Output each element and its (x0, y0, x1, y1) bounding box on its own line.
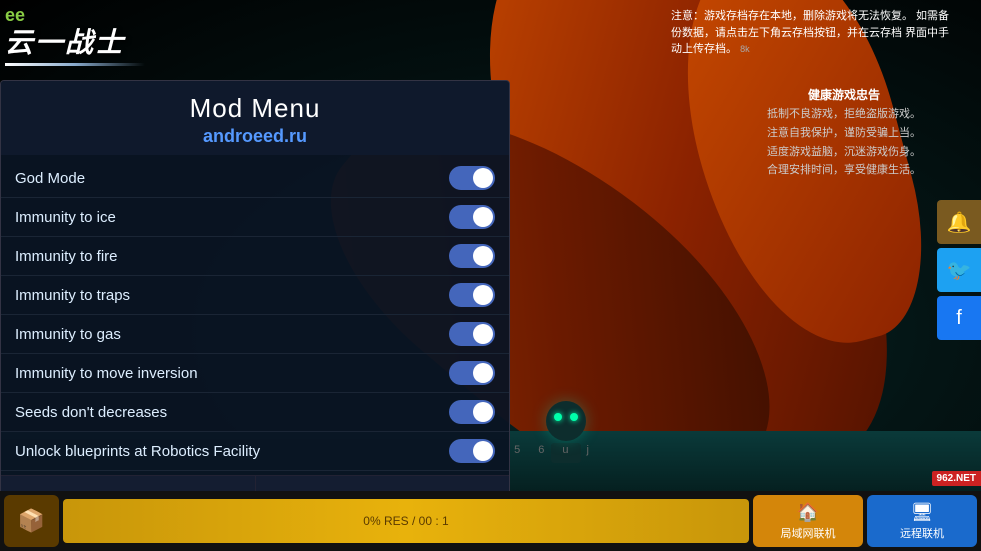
local-network-icon: 🏠 (797, 502, 819, 523)
notice-small: 8k (740, 44, 750, 54)
mod-toggle-5[interactable] (449, 361, 495, 385)
mod-toggle-knob-2 (473, 246, 493, 266)
health-title: 健康游戏忠告 (767, 85, 921, 105)
mod-item-label-6: Seeds don't decreases (15, 404, 167, 421)
remote-network-label: 远程联机 (900, 525, 944, 541)
local-network-label: 局域网联机 (781, 525, 836, 541)
mod-item-4[interactable]: Immunity to gas (1, 315, 509, 354)
twitter-icon: 🐦 (947, 258, 972, 283)
mod-toggle-knob-7 (473, 441, 493, 461)
level-marker-u: u (562, 444, 568, 456)
mod-toggle-1[interactable] (449, 205, 495, 229)
level-marker-6: 6 (538, 444, 544, 456)
health-line-4: 合理安排时间，享受健康生活。 (767, 161, 921, 180)
mod-toggle-6[interactable] (449, 400, 495, 424)
mod-item-label-1: Immunity to ice (15, 209, 116, 226)
logo-main-text: 云一战士 (5, 21, 145, 61)
local-network-button[interactable]: 🏠 局域网联机 (753, 495, 863, 547)
mod-item-2[interactable]: Immunity to fire (1, 237, 509, 276)
remote-network-icon: 🖥 (911, 502, 934, 523)
twitter-button[interactable]: 🐦 (937, 248, 981, 292)
social-panel: 🔔 🐦 f (937, 200, 981, 340)
mod-toggle-knob-1 (473, 207, 493, 227)
logo-line (5, 63, 145, 66)
level-marker-5: 5 (514, 444, 520, 456)
progress-bar[interactable]: 0% RES / 00 : 1 (63, 499, 749, 543)
mod-toggle-knob-3 (473, 285, 493, 305)
character-eye-left (554, 413, 562, 421)
bottom-bar: 📦 0% RES / 00 : 1 🏠 局域网联机 🖥 远程联机 (0, 491, 981, 551)
mod-item-label-5: Immunity to move inversion (15, 365, 198, 382)
mod-menu-header: Mod Menu androeed.ru (1, 81, 509, 155)
facebook-icon: f (956, 307, 962, 330)
mod-item-label-7: Unlock blueprints at Robotics Facility (15, 443, 260, 460)
health-line-3: 适度游戏益脑，沉迷游戏伤身。 (767, 143, 921, 162)
mod-menu-panel: Mod Menu androeed.ru God Mode Immunity to… (0, 80, 510, 525)
mod-toggle-4[interactable] (449, 322, 495, 346)
mod-toggle-2[interactable] (449, 244, 495, 268)
mod-item-7[interactable]: Unlock blueprints at Robotics Facility (1, 432, 509, 471)
level-marker-j: j (587, 444, 589, 456)
mod-item-1[interactable]: Immunity to ice (1, 198, 509, 237)
game-logo: ee 云一战士 (5, 5, 145, 66)
character-eye-right (570, 413, 578, 421)
mod-toggle-knob-5 (473, 363, 493, 383)
bell-icon: 🔔 (947, 210, 972, 235)
health-line-1: 抵制不良游戏，拒绝盗版游戏。 (767, 105, 921, 124)
badge-962: 962.NET (932, 471, 981, 486)
mod-toggle-7[interactable] (449, 439, 495, 463)
facebook-button[interactable]: f (937, 296, 981, 340)
mod-item-label-0: God Mode (15, 170, 85, 187)
mod-item-3[interactable]: Immunity to traps (1, 276, 509, 315)
mod-item-label-2: Immunity to fire (15, 248, 118, 265)
mod-toggle-3[interactable] (449, 283, 495, 307)
progress-text: 0% RES / 00 : 1 (363, 514, 448, 528)
mod-item-0[interactable]: God Mode (1, 159, 509, 198)
mod-item-6[interactable]: Seeds don't decreases (1, 393, 509, 432)
health-advisory: 健康游戏忠告 抵制不良游戏，拒绝盗版游戏。 注意自我保护，谨防受骗上当。 适度游… (767, 85, 921, 180)
health-line-2: 注意自我保护，谨防受骗上当。 (767, 124, 921, 143)
mod-toggle-0[interactable] (449, 166, 495, 190)
mod-toggle-knob-4 (473, 324, 493, 344)
mod-toggle-knob-6 (473, 402, 493, 422)
remote-network-button[interactable]: 🖥 远程联机 (867, 495, 977, 547)
mod-menu-subtitle: androeed.ru (11, 126, 499, 147)
mod-item-5[interactable]: Immunity to move inversion (1, 354, 509, 393)
chest-icon: 📦 (18, 508, 45, 534)
mod-item-label-3: Immunity to traps (15, 287, 130, 304)
mod-menu-title: Mod Menu (11, 93, 499, 124)
chest-button[interactable]: 📦 (4, 495, 59, 547)
mod-item-label-4: Immunity to gas (15, 326, 121, 343)
game-notice: 注意：游戏存档存在本地，删除游戏将无法恢复。 如需备份数据，请点击左下角云存档按… (671, 8, 951, 58)
mod-toggle-knob-0 (473, 168, 493, 188)
mod-list: God Mode Immunity to ice Immunity to fire I… (1, 155, 509, 475)
notice-content: 注意：游戏存档存在本地，删除游戏将无法恢复。 如需备份数据，请点击左下角云存档按… (671, 10, 949, 55)
bell-button[interactable]: 🔔 (937, 200, 981, 244)
